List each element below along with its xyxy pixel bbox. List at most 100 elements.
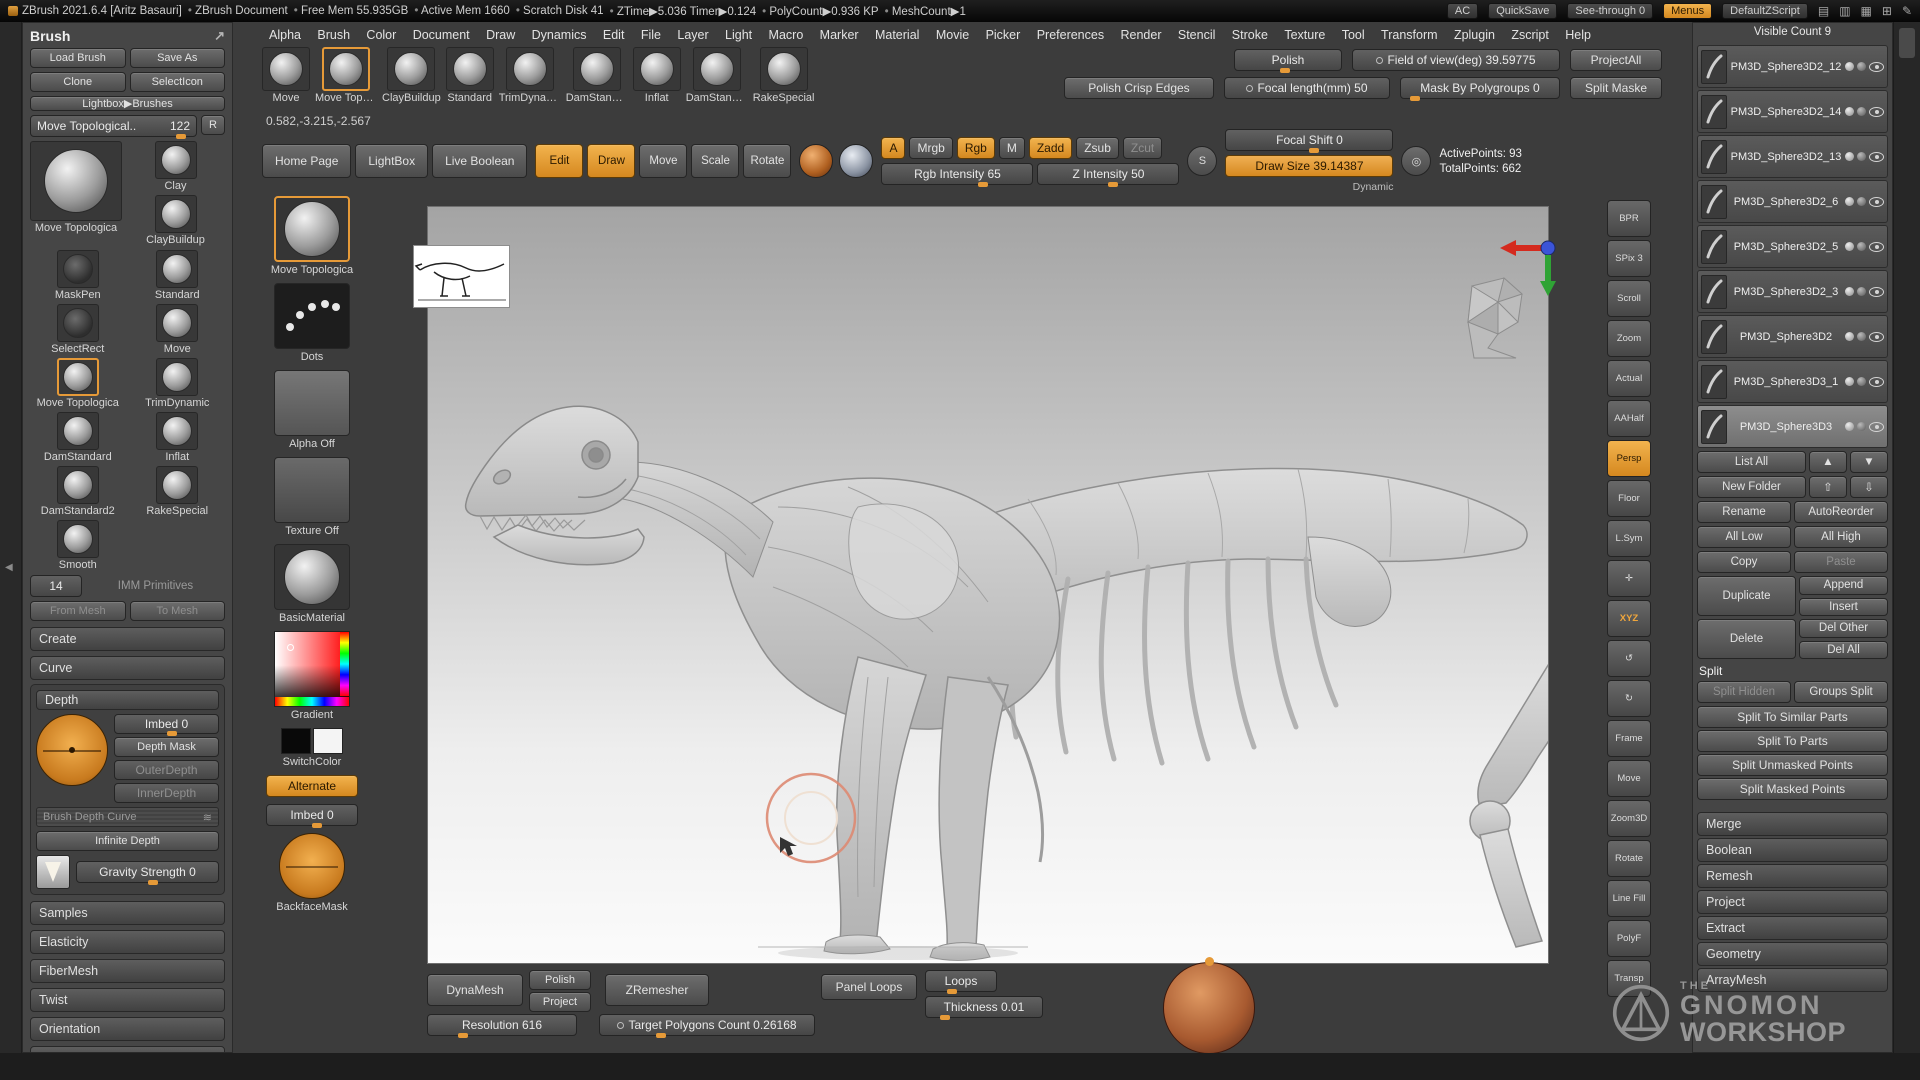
brush-subpalette-header[interactable]: Elasticity (30, 930, 225, 954)
uv-icon[interactable] (1857, 107, 1866, 116)
menu-item[interactable]: Texture (1284, 28, 1325, 42)
brush-grid-item[interactable]: TrimDynamic (130, 358, 226, 409)
pencil-icon[interactable]: ✎ (1902, 4, 1912, 18)
dynamic-mode-label[interactable]: Dynamic (1353, 181, 1394, 193)
append-button[interactable]: Append (1799, 576, 1888, 595)
menu-item[interactable]: Zscript (1511, 28, 1549, 42)
visibility-eye-icon[interactable] (1869, 106, 1884, 117)
imm-count-slider[interactable]: 14 (30, 575, 82, 597)
imbed-slider[interactable]: Imbed 0 (114, 714, 219, 736)
to-mesh-button[interactable]: To Mesh (129, 601, 225, 621)
current-stroke-widget[interactable]: Dots (264, 283, 360, 363)
outer-depth-slider[interactable]: OuterDepth (114, 760, 219, 780)
subtool-item[interactable]: PM3D_Sphere3D2_13 (1697, 135, 1888, 178)
tool-subpalette-header[interactable]: Project (1697, 890, 1888, 914)
folder-up-icon[interactable]: ⇧ (1809, 476, 1847, 498)
visibility-eye-icon[interactable] (1869, 376, 1884, 387)
brush-grid-item[interactable]: MaskPen (30, 250, 126, 301)
rgb-intensity-slider[interactable]: Rgb Intensity 65 (881, 163, 1034, 187)
reference-image[interactable] (413, 245, 510, 308)
brush-grid-item[interactable]: RakeSpecial (130, 466, 226, 517)
shelf-brush-item[interactable]: RakeSpecial (753, 47, 814, 113)
brush-depth-curve[interactable]: Brush Depth Curve ≋ (36, 807, 219, 827)
visibility-eye-icon[interactable] (1869, 331, 1884, 342)
shelf-brush-item[interactable]: ClayBuildup (382, 47, 441, 113)
shelf-brush-item[interactable]: Move Topologica (315, 47, 377, 113)
panel-loops-button[interactable]: Panel Loops (821, 974, 917, 1000)
tool-subpalette-header[interactable]: Geometry (1697, 942, 1888, 966)
mode-button[interactable]: Move (639, 144, 688, 178)
r-toggle-button[interactable]: R (201, 115, 225, 135)
brush-grid-item[interactable]: Move Topologica (30, 358, 126, 409)
brush-grid-item[interactable]: Move (130, 304, 226, 355)
hue-strip[interactable] (340, 632, 349, 696)
brush-grid-item[interactable]: ClayBuildup (126, 195, 225, 246)
project-all-button[interactable]: ProjectAll (1570, 49, 1662, 71)
hue-bar[interactable] (275, 697, 349, 706)
current-brush-widget[interactable]: Move Topologica (264, 196, 360, 276)
alternate-button[interactable]: Alternate (266, 775, 358, 797)
focal-length-slider[interactable]: Focal length(mm) 50 (1224, 77, 1390, 99)
depth-mask-button[interactable]: Depth Mask (114, 737, 219, 757)
uv-icon[interactable] (1857, 422, 1866, 431)
dock-button[interactable]: Line Fill (1607, 880, 1651, 917)
subtool-up-button[interactable]: ▲ (1809, 451, 1847, 473)
backface-dial[interactable] (279, 833, 345, 899)
menu-item[interactable]: Dynamics (532, 28, 587, 42)
dock-button[interactable]: ✛ (1607, 560, 1651, 597)
menu-item[interactable]: Document (413, 28, 470, 42)
palette-grid-icon[interactable]: ▥ (1839, 4, 1850, 18)
menu-item[interactable]: Edit (603, 28, 625, 42)
del-all-button[interactable]: Del All (1799, 640, 1888, 659)
brush-subpalette-header[interactable]: Create (30, 627, 225, 651)
project-button[interactable]: Project (529, 992, 591, 1012)
brush-grid-item[interactable]: Inflat (130, 412, 226, 463)
paint-mode-button[interactable]: A (881, 137, 906, 159)
menu-item[interactable]: Brush (317, 28, 350, 42)
subtool-item[interactable]: PM3D_Sphere3D3_1 (1697, 360, 1888, 403)
polypaint-icon[interactable] (1845, 422, 1854, 431)
sliders-icon[interactable]: ▤ (1818, 4, 1829, 18)
color-picker[interactable] (274, 631, 350, 707)
window-layout-icon[interactable]: ▦ (1861, 4, 1872, 18)
menu-item[interactable]: Light (725, 28, 752, 42)
titlebar-button[interactable]: QuickSave (1488, 3, 1558, 19)
duplicate-button[interactable]: Duplicate (1697, 576, 1796, 616)
uv-icon[interactable] (1857, 62, 1866, 71)
menu-item[interactable]: Draw (486, 28, 515, 42)
imbed-quick-slider[interactable]: Imbed 0 (266, 804, 358, 828)
titlebar-button[interactable]: AC (1446, 3, 1479, 19)
dynamesh-button[interactable]: DynaMesh (427, 974, 523, 1006)
menu-item[interactable]: Preferences (1037, 28, 1104, 42)
menu-item[interactable]: Marker (820, 28, 859, 42)
titlebar-button[interactable]: Menus (1663, 3, 1713, 19)
current-material-widget[interactable]: BasicMaterial (264, 544, 360, 624)
titlebar-button[interactable]: See-through 0 (1567, 3, 1654, 19)
dock-button[interactable]: Zoom3D (1607, 800, 1651, 837)
mode-button[interactable]: Rotate (743, 144, 792, 178)
dock-button[interactable]: Frame (1607, 720, 1651, 757)
dock-button[interactable]: Persp (1607, 440, 1651, 477)
toggle-dot-icon[interactable] (1246, 84, 1254, 92)
resolution-slider[interactable]: Resolution 616 (427, 1014, 577, 1038)
mode-button[interactable]: Draw (587, 144, 636, 178)
split-action-button[interactable]: Split To Parts (1697, 730, 1888, 752)
brush-panel-button[interactable]: Load Brush (30, 48, 126, 68)
subtool-down-button[interactable]: ▼ (1850, 451, 1888, 473)
brush-subpalette-header[interactable]: Twist (30, 988, 225, 1012)
new-folder-button[interactable]: New Folder (1697, 476, 1806, 498)
left-tray-edge[interactable]: ◀ (0, 22, 22, 1080)
polypaint-icon[interactable] (1845, 287, 1854, 296)
menu-item[interactable]: Movie (936, 28, 969, 42)
menu-item[interactable]: Zplugin (1454, 28, 1495, 42)
toggle-dot-icon[interactable] (1376, 56, 1384, 64)
loops-slider[interactable]: Loops (925, 970, 997, 994)
split-masked-button[interactable]: Split Maske (1570, 77, 1662, 99)
menu-item[interactable]: Alpha (269, 28, 301, 42)
menu-item[interactable]: Help (1565, 28, 1591, 42)
z-intensity-slider[interactable]: Z Intensity 50 (1037, 163, 1180, 187)
draw-size-slider[interactable]: Draw Size 39.14387 (1225, 155, 1394, 177)
thickness-slider[interactable]: Thickness 0.01 (925, 996, 1043, 1020)
rename-button[interactable]: Rename (1697, 501, 1791, 523)
brush-subpalette-header[interactable]: FiberMesh (30, 959, 225, 983)
